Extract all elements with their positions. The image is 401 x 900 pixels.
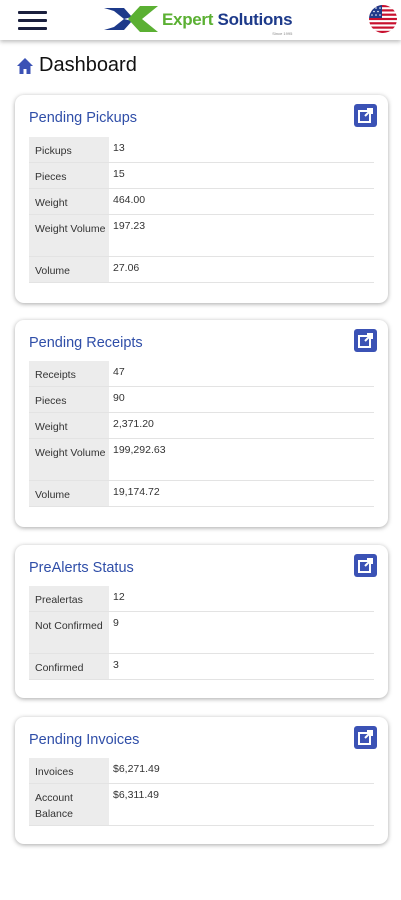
card-rows: Prealertas 12 Not Confirmed 9 Confirmed 3 bbox=[29, 586, 374, 680]
card-pending-invoices: Pending Invoices Invoices $6,271.49 Accou… bbox=[15, 717, 388, 844]
us-flag-language-icon[interactable] bbox=[369, 5, 397, 33]
row-label: Pieces bbox=[29, 163, 109, 188]
card-rows: Invoices $6,271.49 Account Balance $6,311.… bbox=[29, 758, 374, 826]
open-external-icon[interactable] bbox=[354, 104, 377, 127]
table-row: Volume 27.06 bbox=[29, 257, 374, 283]
row-value: $6,311.49 bbox=[113, 789, 159, 801]
open-external-icon[interactable] bbox=[354, 329, 377, 352]
row-label: Volume bbox=[29, 257, 109, 282]
card-title: PreAlerts Status bbox=[29, 560, 134, 576]
row-label: Pieces bbox=[29, 387, 109, 412]
home-icon bbox=[17, 57, 33, 74]
open-external-icon[interactable] bbox=[354, 554, 377, 577]
table-row: Pickups 13 bbox=[29, 137, 374, 163]
row-value: 47 bbox=[113, 366, 125, 378]
row-value: 13 bbox=[113, 142, 125, 154]
card-rows: Pickups 13 Pieces 15 Weight 464.00 Weight V… bbox=[29, 137, 374, 283]
table-row: Pieces 90 bbox=[29, 387, 374, 413]
row-value: 197.23 bbox=[113, 220, 146, 232]
card-pending-pickups: Pending Pickups Pickups 13 Pieces 15 Weigh… bbox=[15, 95, 388, 303]
logo-text: Expert Solutions bbox=[162, 9, 293, 29]
row-value: 19,174.72 bbox=[113, 486, 160, 498]
table-row: Weight Volume 197.23 bbox=[29, 215, 374, 257]
row-value: 199,292.63 bbox=[113, 444, 166, 456]
logo-tagline: Since 1995 bbox=[272, 31, 293, 36]
menu-icon[interactable] bbox=[18, 11, 47, 31]
row-label: Weight bbox=[29, 189, 109, 214]
row-label: Prealertas bbox=[29, 586, 109, 611]
row-value: 27.06 bbox=[113, 262, 140, 274]
table-row: Receipts 47 bbox=[29, 361, 374, 387]
logo-x-icon bbox=[104, 6, 158, 32]
table-row: Account Balance $6,311.49 bbox=[29, 784, 374, 826]
row-value: 9 bbox=[113, 617, 119, 629]
card-pending-receipts: Pending Receipts Receipts 47 Pieces 90 Wei… bbox=[15, 320, 388, 527]
row-label: Pickups bbox=[29, 137, 109, 162]
table-row: Weight 2,371.20 bbox=[29, 413, 374, 439]
page-title: Dashboard bbox=[16, 54, 137, 77]
row-label: Weight Volume bbox=[29, 439, 109, 480]
table-row: Invoices $6,271.49 bbox=[29, 758, 374, 784]
row-value: 2,371.20 bbox=[113, 418, 154, 430]
row-label: Volume bbox=[29, 481, 109, 506]
row-label: Not Confirmed bbox=[29, 612, 109, 653]
row-label: Confirmed bbox=[29, 654, 109, 679]
card-title: Pending Invoices bbox=[29, 732, 140, 748]
row-value: $6,271.49 bbox=[113, 763, 160, 775]
row-label: Receipts bbox=[29, 361, 109, 386]
row-label: Invoices bbox=[29, 758, 109, 783]
row-label: Account Balance bbox=[29, 784, 109, 825]
table-row: Prealertas 12 bbox=[29, 586, 374, 612]
row-value: 12 bbox=[113, 591, 125, 603]
logo: Expert Solutions Since 1995 bbox=[104, 5, 293, 36]
row-label: Weight Volume bbox=[29, 215, 109, 256]
page-title-text: Dashboard bbox=[39, 54, 137, 76]
card-title: Pending Receipts bbox=[29, 335, 143, 351]
row-value: 15 bbox=[113, 168, 125, 180]
table-row: Weight Volume 199,292.63 bbox=[29, 439, 374, 481]
table-row: Not Confirmed 9 bbox=[29, 612, 374, 654]
row-value: 3 bbox=[113, 659, 119, 671]
card-title: Pending Pickups bbox=[29, 110, 138, 126]
row-value: 90 bbox=[113, 392, 125, 404]
top-bar: Expert Solutions Since 1995 bbox=[0, 0, 401, 40]
table-row: Volume 19,174.72 bbox=[29, 481, 374, 507]
card-prealerts-status: PreAlerts Status Prealertas 12 Not Confir… bbox=[15, 545, 388, 698]
open-external-icon[interactable] bbox=[354, 726, 377, 749]
table-row: Pieces 15 bbox=[29, 163, 374, 189]
card-rows: Receipts 47 Pieces 90 Weight 2,371.20 Weigh… bbox=[29, 361, 374, 507]
row-value: 464.00 bbox=[113, 194, 146, 206]
table-row: Confirmed 3 bbox=[29, 654, 374, 680]
table-row: Weight 464.00 bbox=[29, 189, 374, 215]
row-label: Weight bbox=[29, 413, 109, 438]
